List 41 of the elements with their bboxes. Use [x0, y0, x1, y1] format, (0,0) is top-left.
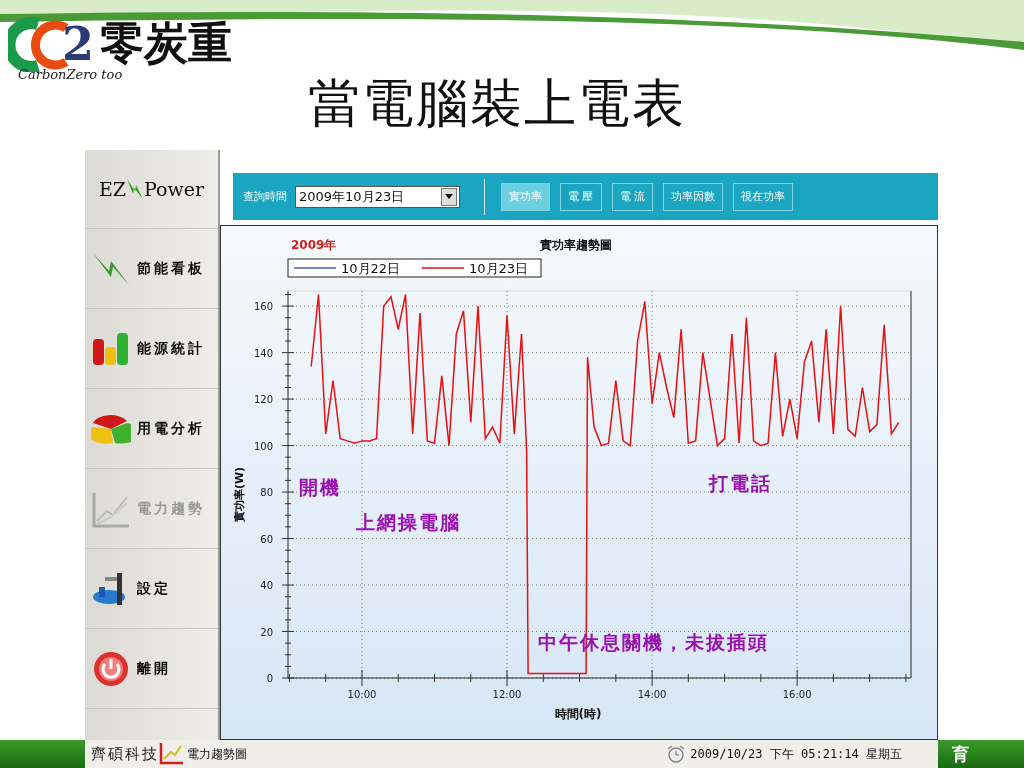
y-tick-label: 40: [260, 580, 273, 592]
slide-title: 當電腦裝上電表: [308, 72, 686, 134]
query-label: 查詢時間: [243, 189, 287, 204]
sidebar-item[interactable]: 離開: [85, 629, 218, 709]
y-tick-label: 20: [260, 626, 273, 638]
x-axis-title: 時間(時): [554, 707, 602, 721]
x-tick-label: 14:00: [637, 689, 667, 700]
y-tick-label: 60: [260, 533, 273, 545]
logo-name: 零炭重: [100, 16, 232, 70]
clock-icon: [666, 745, 687, 763]
sidebar-item[interactable]: 節能看板: [85, 229, 218, 309]
chart-icon: [159, 743, 183, 765]
footer-text: 育: [952, 743, 969, 766]
x-tick-label: 12:00: [492, 689, 522, 700]
date-dropdown[interactable]: 2009年10月23日: [295, 185, 460, 208]
sidebar-item[interactable]: 能源統計: [85, 309, 218, 389]
logo-tagline: CarbonZero too: [18, 67, 124, 82]
y-tick-label: 140: [253, 347, 273, 359]
view-name: 電力趨勢圖: [187, 745, 247, 763]
y-tick-label: 80: [260, 487, 273, 499]
y-tick-label: 160: [253, 301, 273, 313]
legend-label: 10月22日: [341, 261, 401, 276]
company-name: 齊碩科技: [91, 744, 159, 764]
chart-title: 實功率趨勢圖: [540, 238, 612, 252]
brand-text: Power: [144, 178, 205, 200]
y-tick-label: 120: [253, 394, 273, 406]
x-tick-label: 16:00: [782, 689, 812, 700]
chart-annotation: 開機: [298, 476, 341, 499]
chart-annotation: 上網操電腦: [356, 511, 462, 534]
legend-label: 10月23日: [469, 261, 529, 276]
dropdown-arrow-icon[interactable]: [445, 194, 453, 199]
y-axis-title: 實功率(W): [233, 466, 246, 523]
chart-annotation: 打電話: [709, 471, 773, 494]
sidebar-item[interactable]: 用電分析: [85, 389, 218, 469]
x-tick-label: 10:00: [347, 689, 377, 700]
brand-text: EZ: [98, 178, 126, 200]
clock-text: 2009/10/23 下午 05:21:14 星期五: [690, 745, 902, 763]
year-label: 2009年: [291, 238, 337, 252]
sidebar-item[interactable]: 設定: [85, 549, 218, 629]
y-tick-label: 0: [266, 673, 273, 684]
y-tick-label: 100: [253, 440, 273, 452]
